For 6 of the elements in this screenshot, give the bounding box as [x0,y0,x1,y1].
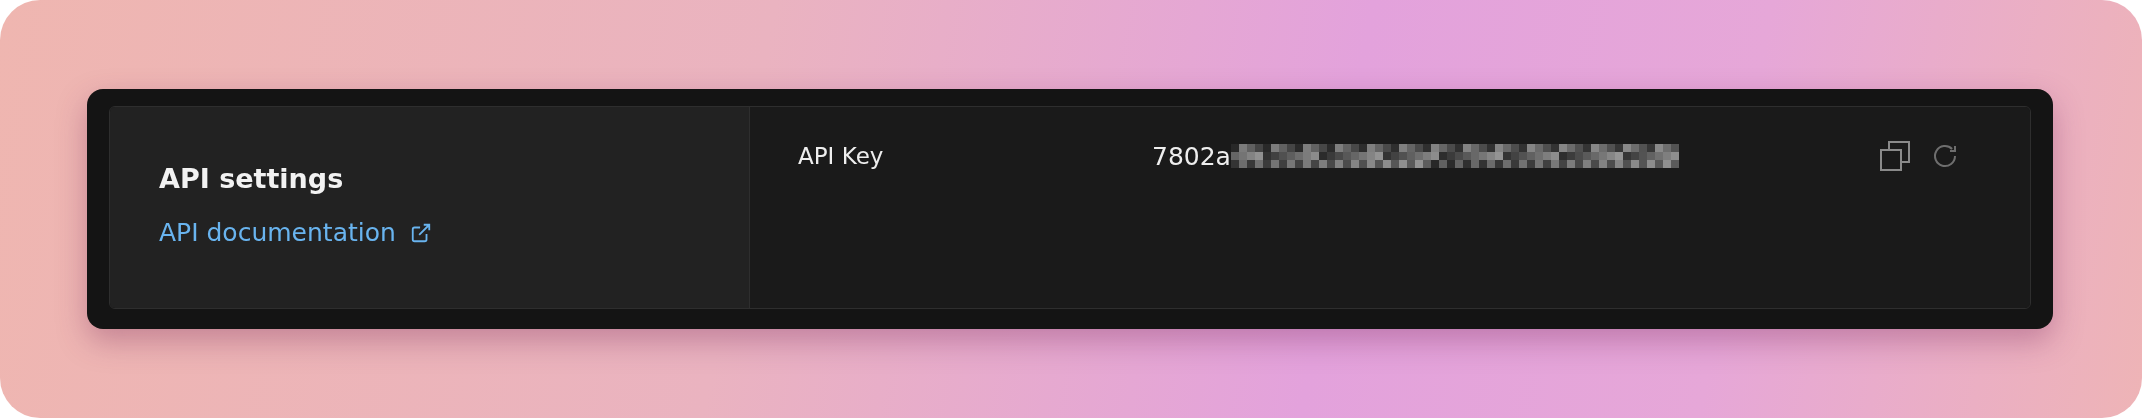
documentation-link[interactable]: API documentation [159,218,432,247]
copy-icon[interactable] [1878,139,1912,173]
field-label: API Key [798,143,885,169]
api-key-value: 7802a [1152,141,1231,171]
external-link-icon [409,221,432,244]
section-title: API settings [159,163,345,194]
